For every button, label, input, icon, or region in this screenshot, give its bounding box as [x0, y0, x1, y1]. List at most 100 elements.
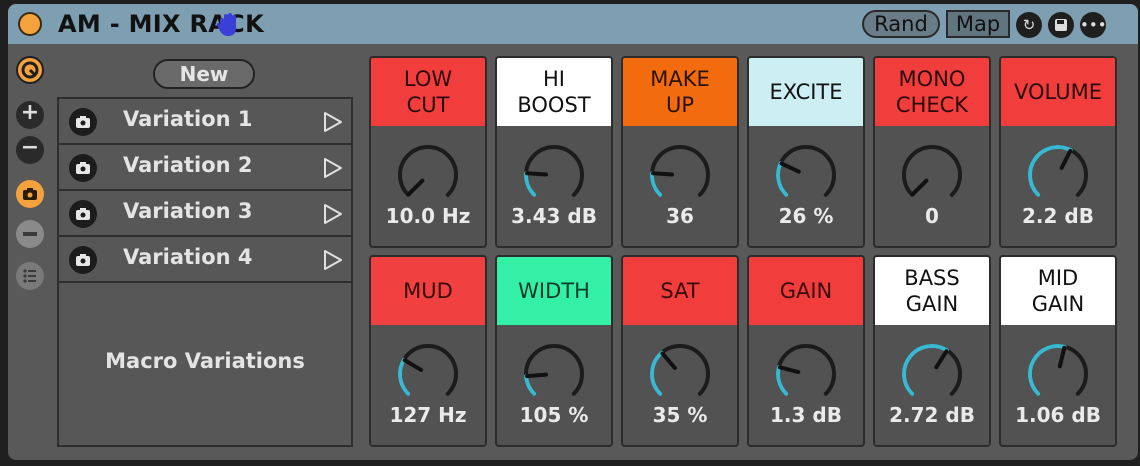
remove-icon[interactable]: − [16, 136, 44, 164]
macro-name-label[interactable]: GAIN [749, 257, 863, 325]
macro-knob[interactable] [771, 339, 841, 409]
macro-name-line: LOW [403, 67, 453, 91]
macro-variations-panel: Variation 1 Variation 2 Variation 3 Variati… [57, 97, 353, 447]
macro-knob[interactable] [645, 339, 715, 409]
map-button[interactable]: Map [946, 10, 1010, 38]
camera-icon[interactable] [69, 200, 97, 228]
macro-name-label[interactable]: SAT [623, 257, 737, 325]
knob-needle [777, 365, 801, 375]
more-icon[interactable]: ••• [1080, 12, 1107, 38]
macro-cell: SAT 35 % [621, 255, 739, 447]
camera-icon[interactable] [16, 180, 44, 208]
macro-value: 0 [925, 204, 939, 228]
device-title-bar[interactable]: AM - MIX RACK Rand Map ↻ ••• [8, 4, 1138, 44]
macro-name-line: MAKE [650, 67, 710, 91]
macro-name-label[interactable]: BASS GAIN [875, 257, 989, 325]
macro-knob[interactable] [771, 140, 841, 210]
knob-track [650, 145, 710, 197]
macro-variations-label: Macro Variations [105, 349, 305, 373]
play-icon[interactable] [321, 249, 343, 271]
macro-cell: WIDTH 105 % [495, 255, 613, 447]
variation-row[interactable]: Variation 4 [59, 237, 351, 283]
save-icon[interactable] [1048, 12, 1074, 38]
macro-value: 1.3 dB [770, 403, 842, 427]
macro-knob[interactable] [897, 339, 967, 409]
list-icon[interactable] [16, 262, 44, 290]
macro-cell: MAKE UP 36 [621, 56, 739, 248]
macro-value: 2.2 dB [1022, 204, 1094, 228]
macro-value: 3.43 dB [511, 204, 597, 228]
macro-name-label[interactable]: VOLUME [1001, 58, 1115, 126]
macro-name-label[interactable]: EXCITE [749, 58, 863, 126]
knob-value-arc [776, 161, 789, 197]
variation-label: Variation 1 [123, 107, 253, 131]
macro-name-line: EXCITE [769, 80, 843, 104]
play-icon[interactable] [321, 111, 343, 133]
macro-name-label[interactable]: MUD [371, 257, 485, 325]
macro-name-line: HI [543, 67, 565, 91]
macro-knob[interactable] [645, 140, 715, 210]
knob-value-arc [776, 365, 789, 396]
macro-knob[interactable] [1023, 339, 1093, 409]
macro-cell: HI BOOST 3.43 dB [495, 56, 613, 248]
macro-cell: BASS GAIN 2.72 dB [873, 255, 991, 447]
macro-knob[interactable] [519, 140, 589, 210]
knob-value-arc [650, 171, 663, 197]
power-icon[interactable] [18, 12, 42, 36]
macro-value: 36 [666, 204, 694, 228]
macro-name-label[interactable]: MID GAIN [1001, 257, 1115, 325]
macro-value: 105 % [519, 403, 589, 427]
knob-needle [779, 161, 801, 174]
knob-value-arc [650, 350, 664, 396]
variation-row[interactable]: Variation 1 [59, 99, 351, 145]
add-icon[interactable]: + [16, 101, 44, 129]
macro-knob[interactable] [393, 339, 463, 409]
knob-value-arc [524, 374, 537, 396]
macro-knob[interactable] [897, 140, 967, 210]
macro-name-label[interactable]: LOW CUT [371, 58, 485, 126]
macro-name-line: GAIN [779, 279, 833, 303]
camera-icon[interactable] [69, 246, 97, 274]
play-icon[interactable] [321, 157, 343, 179]
macro-cell: MONO CHECK 0 [873, 56, 991, 248]
variation-row[interactable]: Variation 2 [59, 145, 351, 191]
macro-knob[interactable] [519, 339, 589, 409]
knob-value-arc [1028, 145, 1073, 197]
knob-needle [525, 171, 549, 177]
camera-icon[interactable] [69, 108, 97, 136]
macro-name-line: SAT [660, 279, 700, 303]
macro-knob[interactable] [1023, 140, 1093, 210]
knob-track [776, 145, 836, 197]
refresh-icon[interactable]: ↻ [1016, 12, 1042, 38]
macro-value: 1.06 dB [1015, 403, 1101, 427]
macro-name-label[interactable]: MAKE UP [623, 58, 737, 126]
knob-track [524, 145, 584, 197]
knob-needle [1057, 345, 1067, 369]
variation-label: Variation 3 [123, 199, 253, 223]
knob-needle [402, 358, 424, 372]
randomize-button[interactable]: Rand [862, 10, 940, 38]
macro-cell: MUD 127 Hz [369, 255, 487, 447]
macro-value: 127 Hz [389, 403, 467, 427]
new-variation-button[interactable]: New [153, 59, 255, 89]
macro-name-line: BASS [904, 266, 960, 290]
knob-needle [1059, 148, 1073, 170]
macro-name-label[interactable]: MONO CHECK [875, 58, 989, 126]
macro-cell: EXCITE 26 % [747, 56, 865, 248]
macro-name-line: UP [665, 93, 695, 117]
macro-knob[interactable] [393, 140, 463, 210]
macro-name-label[interactable]: HI BOOST [497, 58, 611, 126]
camera-icon[interactable] [69, 154, 97, 182]
play-icon[interactable] [321, 203, 343, 225]
variation-row[interactable]: Variation 3 [59, 191, 351, 237]
knob-needle [910, 178, 929, 197]
macro-name-label[interactable]: WIDTH [497, 257, 611, 325]
variation-label: Variation 4 [123, 245, 253, 269]
knob-track [902, 145, 962, 197]
macro-name-line: BOOST [517, 93, 591, 117]
mix-rack-device: AM - MIX RACK Rand Map ↻ ••• + − New Var… [8, 4, 1138, 460]
macro-cell: GAIN 1.3 dB [747, 255, 865, 447]
macro-name-line: MONO [898, 67, 966, 91]
select-icon[interactable] [16, 56, 44, 84]
minus-icon[interactable] [16, 220, 44, 248]
